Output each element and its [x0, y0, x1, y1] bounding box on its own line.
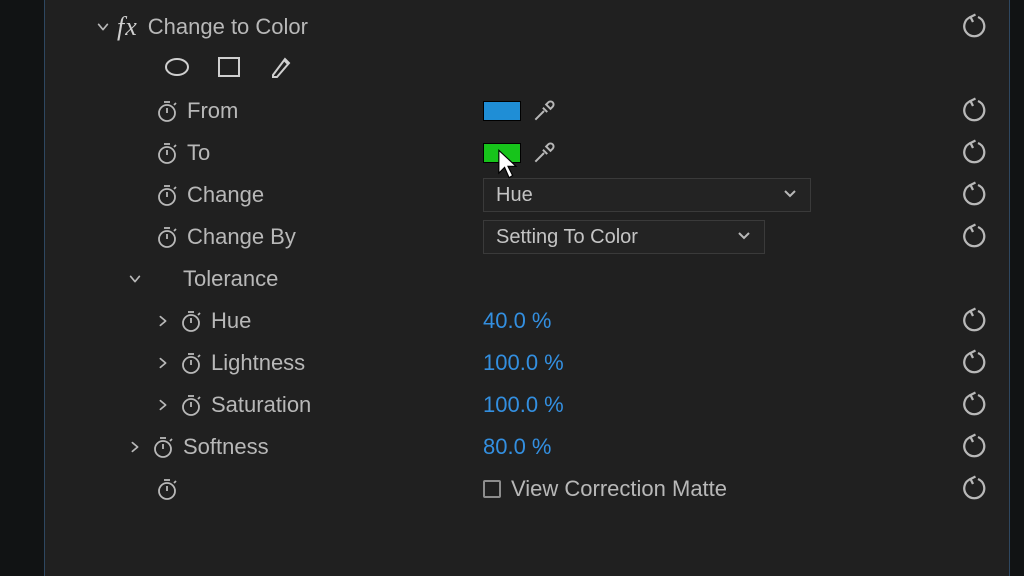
saturation-label: Saturation — [211, 392, 311, 418]
view-matte-label: View Correction Matte — [511, 476, 727, 502]
to-swatch[interactable] — [483, 143, 521, 163]
pen-mask-icon[interactable] — [267, 53, 295, 86]
property-view-matte: View Correction Matte — [45, 468, 1009, 510]
reset-icon[interactable] — [961, 433, 995, 461]
stopwatch-icon[interactable] — [153, 141, 181, 165]
chevron-down-icon[interactable] — [121, 272, 149, 286]
change-dropdown[interactable]: Hue — [483, 178, 811, 212]
change-label: Change — [187, 182, 264, 208]
rect-mask-icon[interactable] — [215, 53, 243, 86]
property-hue: Hue 40.0 % — [45, 300, 1009, 342]
reset-icon[interactable] — [961, 475, 995, 503]
from-swatch[interactable] — [483, 101, 521, 121]
stopwatch-icon[interactable] — [153, 477, 181, 501]
reset-icon[interactable] — [961, 349, 995, 377]
stopwatch-icon[interactable] — [177, 393, 205, 417]
reset-icon[interactable] — [961, 139, 995, 167]
chevron-down-icon — [782, 184, 798, 207]
change-by-dropdown-value: Setting To Color — [496, 226, 638, 249]
eyedropper-icon[interactable] — [531, 140, 557, 166]
reset-icon[interactable] — [961, 391, 995, 419]
property-softness: Softness 80.0 % — [45, 426, 1009, 468]
chevron-down-icon[interactable] — [89, 20, 117, 34]
tolerance-group[interactable]: Tolerance — [45, 258, 1009, 300]
reset-icon[interactable] — [961, 97, 995, 125]
property-lightness: Lightness 100.0 % — [45, 342, 1009, 384]
view-matte-checkbox[interactable] — [483, 480, 501, 498]
stopwatch-icon[interactable] — [153, 99, 181, 123]
reset-icon[interactable] — [961, 223, 995, 251]
change-dropdown-value: Hue — [496, 184, 533, 207]
stopwatch-icon[interactable] — [177, 309, 205, 333]
effect-header[interactable]: fx Change to Color — [45, 6, 1009, 48]
fx-icon: fx — [117, 12, 138, 42]
softness-label: Softness — [183, 434, 269, 460]
chevron-right-icon[interactable] — [149, 398, 177, 412]
hue-value[interactable]: 40.0 % — [483, 308, 552, 334]
softness-value[interactable]: 80.0 % — [483, 434, 552, 460]
effect-title: Change to Color — [148, 14, 308, 40]
ellipse-mask-icon[interactable] — [163, 53, 191, 86]
change-by-label: Change By — [187, 224, 296, 250]
lightness-value[interactable]: 100.0 % — [483, 350, 564, 376]
stopwatch-icon[interactable] — [177, 351, 205, 375]
tolerance-label: Tolerance — [183, 266, 278, 292]
property-from: From — [45, 90, 1009, 132]
property-change: Change Hue — [45, 174, 1009, 216]
hue-label: Hue — [211, 308, 251, 334]
property-to: To — [45, 132, 1009, 174]
saturation-value[interactable]: 100.0 % — [483, 392, 564, 418]
chevron-right-icon[interactable] — [149, 356, 177, 370]
stopwatch-icon[interactable] — [153, 225, 181, 249]
eyedropper-icon[interactable] — [531, 98, 557, 124]
chevron-right-icon[interactable] — [121, 440, 149, 454]
chevron-down-icon — [736, 226, 752, 249]
reset-icon[interactable] — [961, 13, 995, 41]
change-by-dropdown[interactable]: Setting To Color — [483, 220, 765, 254]
property-saturation: Saturation 100.0 % — [45, 384, 1009, 426]
stopwatch-icon[interactable] — [153, 183, 181, 207]
reset-icon[interactable] — [961, 181, 995, 209]
from-label: From — [187, 98, 238, 124]
stopwatch-icon[interactable] — [149, 435, 177, 459]
property-change-by: Change By Setting To Color — [45, 216, 1009, 258]
lightness-label: Lightness — [211, 350, 305, 376]
to-label: To — [187, 140, 210, 166]
chevron-right-icon[interactable] — [149, 314, 177, 328]
mask-tools — [45, 48, 1009, 90]
reset-icon[interactable] — [961, 307, 995, 335]
